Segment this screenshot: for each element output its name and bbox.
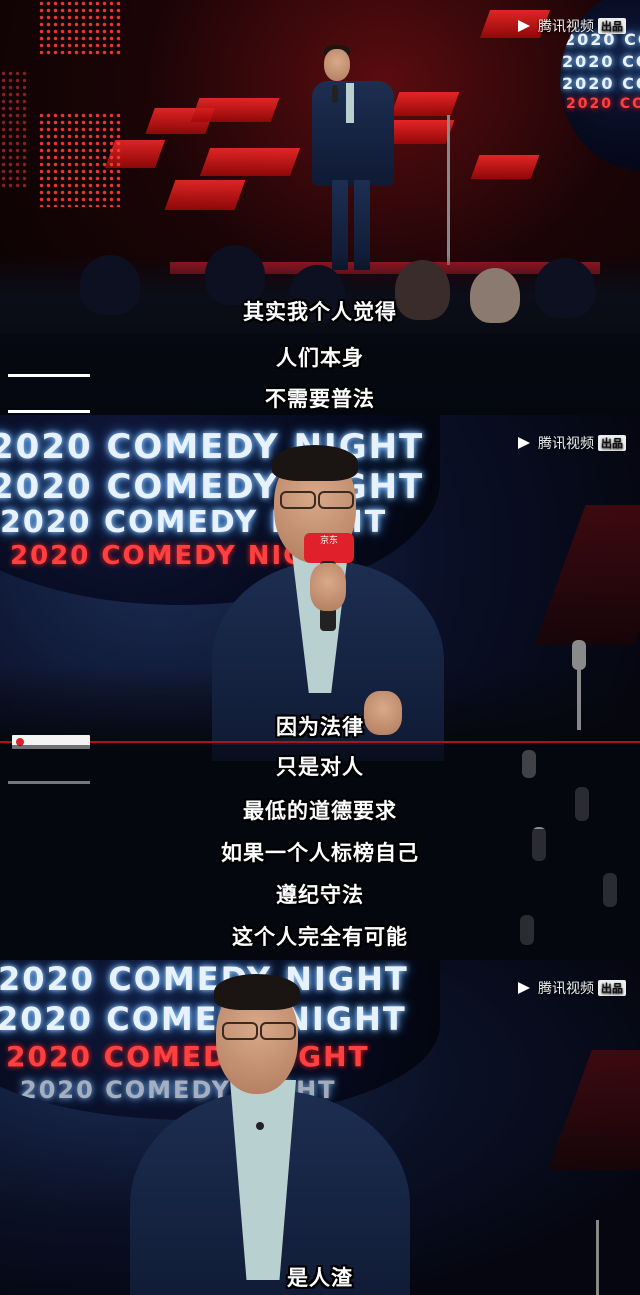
video-frame-1: 2020 COMEDY NIGHT 2020 COMEDY NIGHT 2020… [0, 0, 640, 415]
hand [310, 563, 346, 611]
watermark-badge: 出品 [598, 435, 626, 451]
stage-light-panel [390, 92, 460, 116]
watermark-brand: 腾讯视频 [538, 436, 594, 452]
hair [272, 445, 358, 481]
tencent-video-watermark: 腾讯视频 出品 [518, 978, 626, 998]
microphone [332, 85, 338, 103]
subtitle-line: 遵纪守法 [276, 883, 364, 907]
subtitle-line: 是人渣 [287, 1266, 353, 1290]
glasses [280, 491, 316, 509]
watermark-badge: 出品 [598, 980, 626, 996]
stage-light-panel [199, 148, 301, 176]
stage-light-panel [190, 98, 280, 122]
subtitle-line: 只是对人 [276, 755, 364, 779]
globe-text: 2020 COMEDY NIGHT [6, 1040, 370, 1073]
led-grid [38, 112, 123, 207]
globe-text: 2020 COMEDY NIGHT [0, 427, 425, 467]
white-divider [8, 374, 90, 377]
stage-light-panel [164, 180, 246, 210]
mic-flag: 京东 [304, 533, 354, 563]
subtitle-line: 因为法律 [276, 715, 364, 739]
mic-stand-head [572, 640, 586, 670]
play-triangle-icon [518, 437, 534, 449]
subtitle-line: 最低的道德要求 [243, 799, 397, 823]
glasses [318, 491, 354, 509]
stage-light-panel [534, 505, 640, 645]
subtitle-line: 不需要普法 [265, 387, 375, 411]
tencent-video-watermark: 腾讯视频 出品 [518, 433, 626, 453]
subtitle-line: 这个人完全有可能 [232, 925, 408, 949]
subtitle-line: 其实我个人觉得 [243, 300, 397, 324]
hair [214, 974, 300, 1010]
mic-stand [447, 115, 450, 265]
stage-light-panel [470, 155, 540, 179]
glasses [222, 1022, 258, 1040]
globe-text: 2020 COMEDY NIGHT [566, 96, 640, 112]
face [324, 49, 350, 81]
globe-text: 2020 COMEDY NIGHT [0, 1000, 407, 1038]
white-divider [8, 410, 90, 413]
subtitle-line: 如果一个人标榜自己 [221, 841, 419, 865]
red-separator [0, 741, 640, 743]
lapel-mic [256, 1122, 264, 1130]
led-grid [38, 0, 123, 55]
watermark-badge: 出品 [598, 18, 626, 34]
video-frame-2: 2020 COMEDY NIGHT 2020 COMEDY NIGHT 2020… [0, 415, 640, 960]
stage-light-panel [548, 1050, 640, 1170]
glasses [260, 1022, 296, 1040]
led-grid [0, 70, 30, 190]
play-triangle-icon [518, 982, 534, 994]
globe-text: 2020 COMEDY NIGHT [0, 960, 409, 998]
shirt [346, 83, 354, 123]
play-triangle-icon [518, 20, 534, 32]
globe-text: 2020 COMEDY NIGHT [562, 74, 640, 93]
watermark-brand: 腾讯视频 [538, 19, 594, 35]
globe-text: 2020 COMEDY NIGHT [562, 52, 640, 71]
video-frame-3: 2020 COMEDY NIGHT 2020 COMEDY NIGHT 2020… [0, 960, 640, 1295]
subtitle-line: 人们本身 [276, 346, 364, 370]
globe-text: 2020 COMEDY NIGHT [0, 467, 425, 507]
watermark-brand: 腾讯视频 [538, 981, 594, 997]
tencent-video-watermark: 腾讯视频 出品 [518, 16, 626, 36]
